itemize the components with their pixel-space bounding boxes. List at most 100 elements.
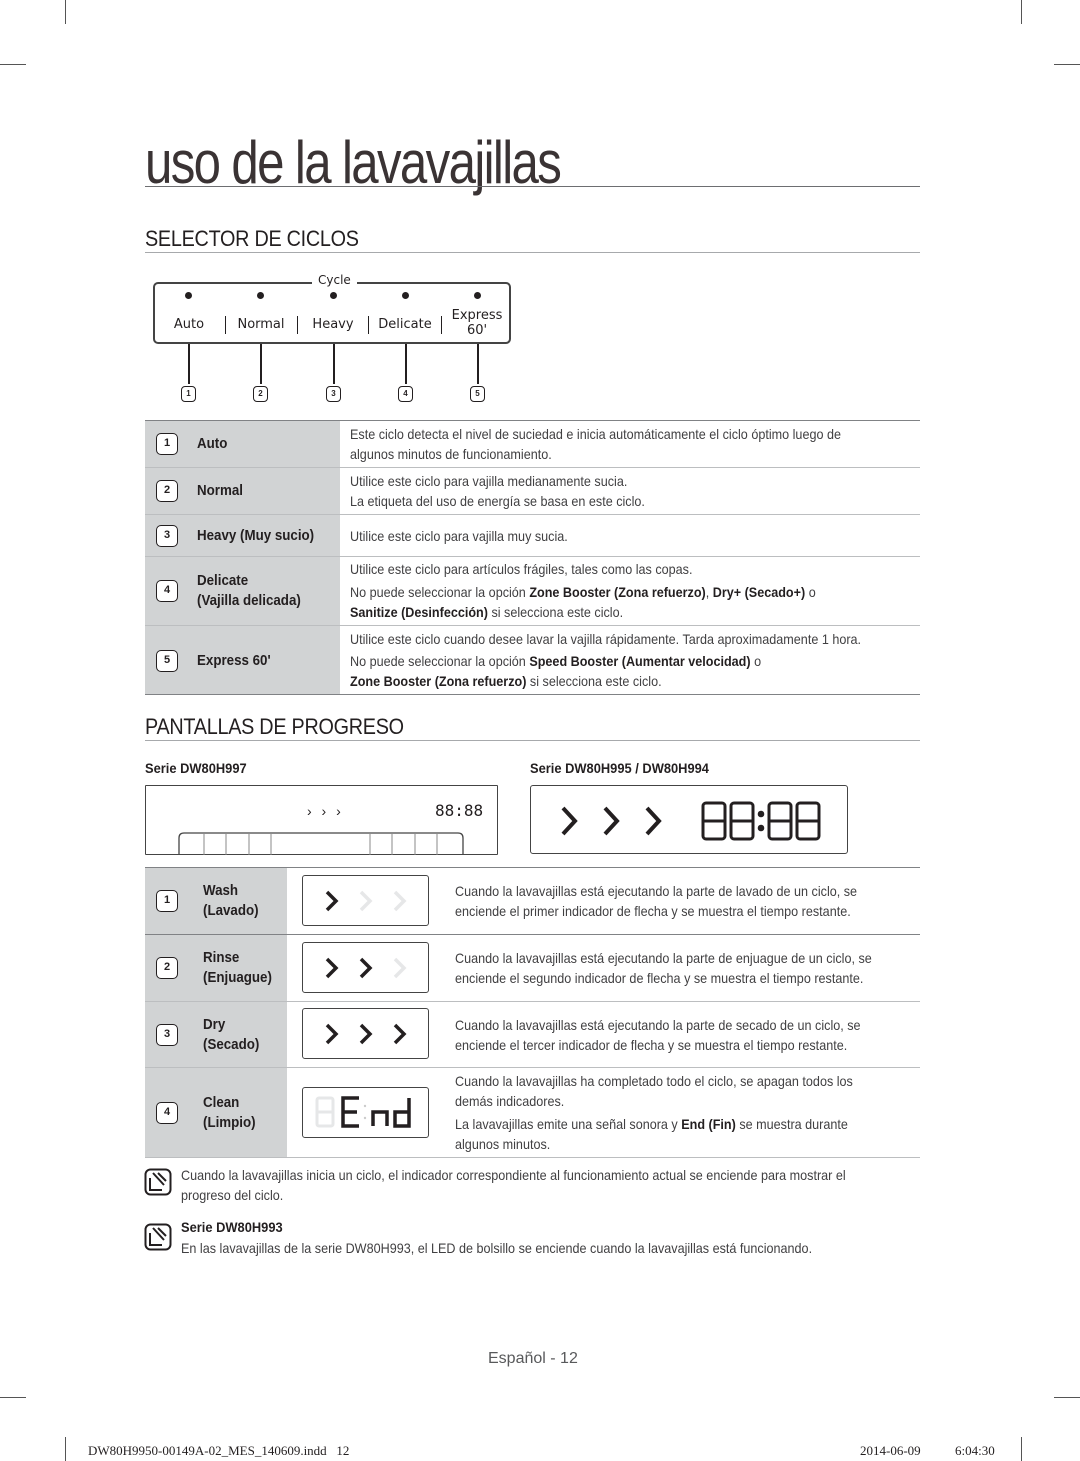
row-number-badge: 3 (156, 525, 178, 547)
serie-label: Serie DW80H995 / DW80H994 (530, 760, 709, 776)
cycle-description: No puede seleccionar la opción Speed Boo… (350, 651, 761, 671)
arrow-icon (645, 806, 662, 836)
note-icon (144, 1168, 172, 1196)
phase-name: Clean (203, 1095, 240, 1111)
arrow-icon (359, 957, 373, 979)
phase-description: Cuando la lavavajillas ha completado tod… (455, 1073, 853, 1089)
text: No puede seleccionar la opción (350, 584, 530, 600)
option-name: Dry+ (Secado+) (712, 584, 806, 600)
seven-seg-end (315, 1096, 411, 1128)
slug-time: 6:04:30 (955, 1443, 995, 1458)
cycle-description: Zone Booster (Zona refuerzo) si seleccio… (350, 671, 662, 691)
arrow-icon (603, 806, 620, 836)
title-rule (145, 186, 920, 187)
arrow-display (302, 875, 429, 926)
arrow-icon (325, 1023, 339, 1045)
cycle-description: Este ciclo detecta el nivel de suciedad … (350, 426, 841, 442)
cycle-description: Sanitize (Desinfección) si selecciona es… (350, 602, 623, 622)
cycle-name-secondary: (Vajilla delicada) (197, 593, 301, 609)
phase-name-secondary: (Lavado) (203, 903, 259, 919)
arrow-icon (561, 806, 578, 836)
separator (441, 316, 442, 334)
phase-description: Cuando la lavavajillas está ejecutando l… (455, 950, 872, 966)
cycle-description: La etiqueta del uso de energía se basa e… (350, 493, 645, 509)
separator (225, 316, 226, 334)
option-name: Sanitize (Desinfección) (350, 604, 488, 620)
section-rule (145, 252, 920, 253)
slug-filename: DW80H9950-00149A-02_MES_140609.indd 12 (88, 1443, 350, 1458)
text: si selecciona este ciclo. (487, 604, 624, 620)
cycle-description: Utilice este ciclo para artículos frágil… (350, 561, 693, 577)
cycle-button-heavy[interactable]: Heavy (303, 317, 363, 332)
table-rule (145, 467, 920, 468)
arrow-display (302, 1008, 429, 1059)
table-rule (145, 556, 920, 557)
separator (368, 316, 369, 334)
cycle-button-delicate[interactable]: Delicate (372, 317, 438, 332)
crop-mark (1021, 0, 1022, 24)
callout-line (333, 344, 335, 384)
note-title: Serie DW80H993 (181, 1219, 283, 1235)
arrow-icon (359, 1023, 373, 1045)
end-display (302, 1087, 429, 1138)
arrow-icon (393, 1023, 407, 1045)
serie-label: Serie DW80H997 (145, 760, 247, 776)
table-rule (145, 694, 920, 695)
time-readout-small: 88:88 (435, 801, 484, 820)
arrow-icon (393, 890, 407, 912)
crop-mark (65, 0, 66, 24)
crop-mark (1021, 1437, 1022, 1461)
note-text: progreso del ciclo. (181, 1187, 284, 1203)
section-heading-progress: PANTALLAS DE PROGRESO (145, 714, 404, 739)
table-rule (145, 625, 920, 626)
arrow-display (302, 942, 429, 993)
arrow-icon (393, 957, 407, 979)
phase-description: Cuando la lavavajillas está ejecutando l… (455, 883, 858, 899)
cycle-button-auto[interactable]: Auto (163, 317, 215, 332)
progress-arrows-small: › › › (307, 803, 344, 819)
page-number: Español - 12 (488, 1350, 578, 1367)
row-number-badge: 5 (156, 650, 178, 672)
callout-line (405, 344, 407, 384)
phase-description: algunos minutos. (455, 1136, 551, 1152)
end-label: End (Fin) (681, 1116, 736, 1132)
crop-mark (1054, 64, 1080, 65)
callout-number: 2 (253, 386, 268, 402)
table-rule (145, 420, 920, 421)
note-text: Cuando la lavavajillas inicia un ciclo, … (181, 1167, 846, 1183)
led-indicator (474, 292, 481, 299)
callout-number: 3 (326, 386, 341, 402)
cycle-panel-label: Cycle (312, 273, 357, 287)
table-rule (145, 1001, 920, 1002)
row-number-badge: 3 (156, 1024, 178, 1046)
row-number-badge: 4 (156, 580, 178, 602)
section-heading-selector: SELECTOR DE CICLOS (145, 226, 359, 251)
separator (297, 316, 298, 334)
phase-description: Cuando la lavavajillas está ejecutando l… (455, 1017, 861, 1033)
option-name: Zone Booster (Zona refuerzo) (350, 673, 527, 689)
text: o (805, 584, 816, 600)
cycle-button-normal[interactable]: Normal (231, 317, 291, 332)
arrow-icon (359, 890, 373, 912)
cycle-name: Express 60' (197, 653, 271, 669)
callout-line (260, 344, 262, 384)
phase-description: enciende el segundo indicador de flecha … (455, 970, 864, 986)
cycle-button-express[interactable]: Express 60' (445, 308, 509, 338)
led-indicator (402, 292, 409, 299)
note-icon (144, 1223, 172, 1251)
page-title: uso de la lavavajillas (145, 129, 562, 196)
phase-name: Dry (203, 1017, 226, 1033)
callout-number: 1 (181, 386, 196, 402)
arrow-icon (325, 890, 339, 912)
crop-mark (0, 64, 26, 65)
callout-number: 4 (398, 386, 413, 402)
cycle-name: Auto (197, 436, 228, 452)
led-indicator (257, 292, 264, 299)
row-number-badge: 1 (156, 890, 178, 912)
callout-line (188, 344, 190, 384)
cycle-description: Utilice este ciclo para vajilla medianam… (350, 473, 628, 489)
express-label-60: 60' (466, 323, 488, 338)
phase-name-secondary: (Limpio) (203, 1115, 256, 1131)
text: se muestra durante (735, 1116, 848, 1132)
cycle-name: Normal (197, 483, 243, 499)
